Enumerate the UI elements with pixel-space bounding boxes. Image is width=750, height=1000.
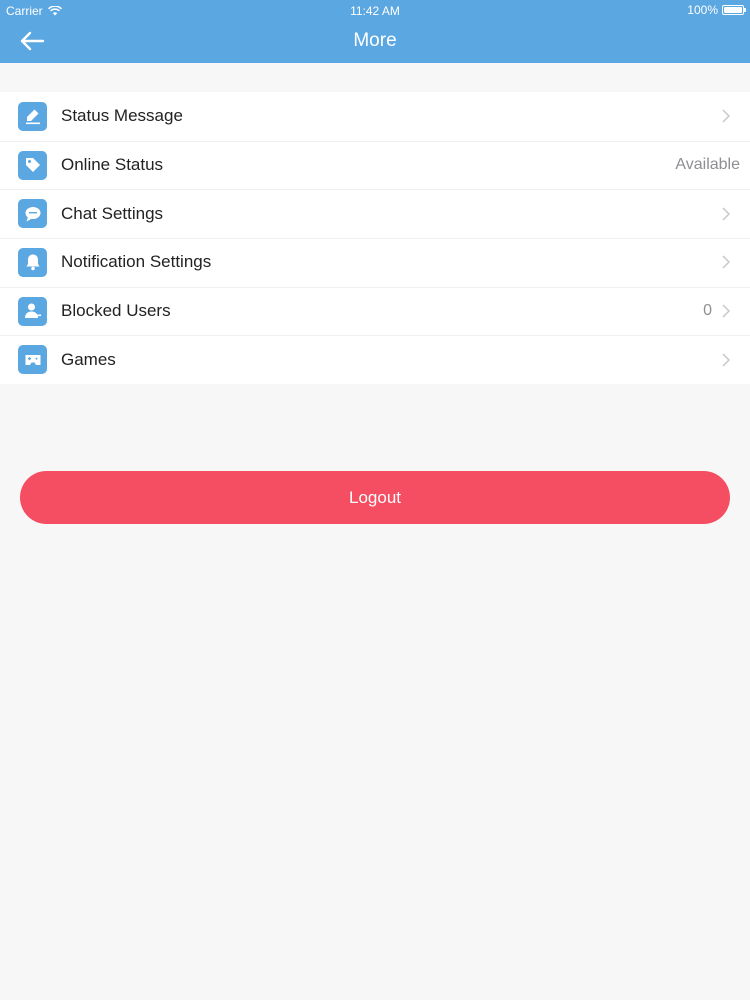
menu-item-label: Online Status	[61, 155, 164, 175]
menu-item-label: Notification Settings	[61, 252, 212, 272]
status-time: 11:42 AM	[350, 4, 400, 18]
chevron-right-icon	[722, 109, 730, 123]
pencil-icon	[18, 101, 47, 131]
status-bar-right: 100%	[687, 3, 746, 17]
battery-percent: 100%	[687, 3, 718, 17]
status-bar: Carrier 11:42 AM 100%	[0, 0, 750, 20]
header: Carrier 11:42 AM 100% More	[0, 0, 750, 63]
blocked-users-count: 0	[703, 302, 712, 320]
settings-list: Status Message Online Status Available C…	[0, 92, 750, 385]
menu-item-label: Games	[61, 349, 116, 369]
chevron-right-icon	[722, 255, 730, 269]
menu-item-chat-settings[interactable]: Chat Settings	[0, 189, 750, 238]
page-title: More	[353, 30, 397, 51]
menu-item-notification-settings[interactable]: Notification Settings	[0, 238, 750, 287]
menu-item-blocked-users[interactable]: Blocked Users 0	[0, 286, 750, 336]
menu-item-online-status[interactable]: Online Status Available	[0, 140, 750, 190]
menu-item-games[interactable]: Games	[0, 335, 750, 384]
bell-icon	[18, 247, 47, 277]
menu-item-status-message[interactable]: Status Message	[0, 92, 750, 141]
logout-button[interactable]: Logout	[20, 471, 730, 524]
chevron-right-icon	[722, 304, 730, 318]
menu-item-label: Blocked Users	[61, 301, 171, 321]
tag-icon	[18, 150, 47, 180]
chevron-right-icon	[722, 353, 730, 367]
chat-bubble-icon	[18, 199, 47, 229]
menu-item-label: Chat Settings	[61, 203, 164, 223]
online-status-value: Available	[675, 156, 740, 174]
battery-icon	[722, 5, 746, 15]
chevron-right-icon	[722, 207, 730, 221]
menu-item-label: Status Message	[61, 106, 183, 126]
gamepad-icon	[18, 345, 47, 375]
nav-bar: More	[0, 20, 750, 63]
user-blocked-icon	[18, 296, 47, 326]
